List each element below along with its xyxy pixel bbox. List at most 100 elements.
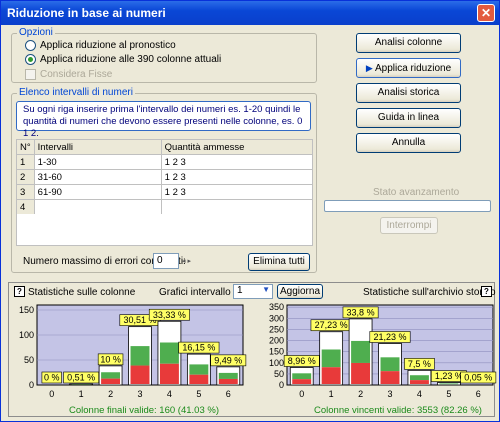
row-number: 2 (16, 169, 35, 185)
close-icon: ✕ (480, 6, 492, 20)
analisi-colonne-button[interactable]: Analisi colonne (356, 33, 461, 53)
bar-segment-red (351, 362, 371, 384)
x-tick-label: 4 (167, 389, 172, 399)
data-label: 16,15 % (182, 343, 215, 353)
intervals-legend: Elenco intervalli di numeri (17, 87, 135, 98)
x-tick-label: 1 (329, 389, 334, 399)
cell-quantita[interactable] (160, 199, 314, 215)
bar-segment-red (380, 371, 400, 384)
left-chart-footer: Colonne finali valide: 160 (41.03 %) (69, 405, 219, 416)
applica-riduzione-label: Applica riduzione (374, 63, 452, 74)
data-label: 0,51 % (67, 373, 95, 383)
aggiorna-button[interactable]: Aggiorna (277, 284, 323, 299)
header-quantita: Quantità ammesse (160, 139, 314, 155)
bar-segment-green (130, 346, 150, 366)
grafici-select[interactable]: 1 ▼ (233, 284, 273, 299)
radio-pronostico[interactable]: Applica riduzione al pronostico (25, 40, 176, 51)
cell-quantita[interactable]: 1 2 3 (160, 184, 314, 200)
close-button[interactable]: ✕ (477, 4, 495, 22)
radio-colonne[interactable]: Applica riduzione alle 390 colonne attua… (25, 54, 221, 65)
header-n: N° (16, 139, 35, 155)
bar-segment-red (189, 374, 209, 384)
cell-quantita[interactable]: 1 2 3 (160, 154, 314, 170)
intervals-note: Su ogni riga inserire prima l'intervallo… (16, 101, 311, 139)
analisi-storica-button[interactable]: Analisi storica (356, 83, 461, 103)
progress-bar (324, 200, 491, 212)
errors-input[interactable]: 0 (153, 253, 179, 269)
y-tick-label: 0 (279, 380, 284, 390)
cell-intervallo[interactable]: 61-90 (33, 184, 162, 200)
radio-icon (25, 40, 36, 51)
data-label: 7,5 % (408, 359, 431, 369)
bar-segment-red (292, 379, 312, 384)
chart-left: 0501001500 %00,51 %110 %230,51 %333,33 %… (19, 304, 247, 399)
y-tick-label: 300 (269, 313, 284, 323)
cell-intervallo[interactable] (33, 199, 162, 215)
right-chart-title: Statistiche sull'archivio storico (363, 287, 496, 298)
x-tick-label: 0 (49, 389, 54, 399)
title-bar: Riduzione in base ai numeri ✕ (1, 1, 499, 25)
bar-segment-green (351, 340, 371, 363)
check-fisse-label: Considera Fisse (40, 69, 113, 81)
bar-segment-green (292, 373, 312, 380)
checkbox-icon (25, 69, 36, 80)
table-row[interactable]: 3 61-90 1 2 3 (16, 184, 314, 200)
table-row[interactable]: 1 1-30 1 2 3 (16, 154, 314, 170)
interrompi-button[interactable]: Interrompi (380, 217, 438, 234)
bar-segment-green (159, 342, 179, 364)
x-tick-label: 6 (476, 389, 481, 399)
y-tick-label: 0 (29, 380, 34, 390)
x-tick-label: 2 (108, 389, 113, 399)
table-row[interactable]: 2 31-60 1 2 3 (16, 169, 314, 185)
grafici-label: Grafici intervallo N° (159, 287, 245, 298)
data-label: 27,23 % (315, 320, 348, 330)
y-tick-label: 50 (24, 355, 34, 365)
data-label: 10 % (100, 354, 121, 364)
check-fisse[interactable]: Considera Fisse (25, 69, 112, 80)
chart-right: 0501001502002503003508,96 %027,23 %133,8… (269, 302, 497, 399)
header-intervalli: Intervalli (33, 139, 162, 155)
spin-arrows-icon[interactable]: ◂ ▸ (182, 257, 191, 265)
x-tick-label: 5 (446, 389, 451, 399)
help-left-icon[interactable]: ? (14, 286, 25, 297)
radio-pronostico-label: Applica riduzione al pronostico (40, 40, 176, 52)
intervals-table: N° Intervalli Quantità ammesse 1 1-30 1 … (16, 139, 314, 215)
data-label: 33,8 % (347, 307, 375, 317)
bar-segment-green (380, 357, 400, 372)
x-tick-label: 5 (196, 389, 201, 399)
guida-button[interactable]: Guida in linea (356, 108, 461, 128)
chevron-down-icon: ▼ (262, 285, 270, 294)
options-legend: Opzioni (17, 27, 55, 38)
bar-segment-red (159, 363, 179, 384)
bar-segment-green (101, 372, 121, 379)
x-tick-label: 0 (299, 389, 304, 399)
data-label: 9,49 % (214, 355, 242, 365)
y-tick-label: 150 (269, 347, 284, 357)
cell-quantita[interactable]: 1 2 3 (160, 169, 314, 185)
table-row[interactable]: 4 (16, 199, 314, 215)
applica-riduzione-button[interactable]: ▶ Applica riduzione (356, 58, 461, 78)
bar-segment-red (218, 378, 238, 384)
x-tick-label: 2 (358, 389, 363, 399)
cell-intervallo[interactable]: 31-60 (33, 169, 162, 185)
bar-segment-green (439, 383, 459, 385)
progress-label: Stato avanzamento (373, 187, 460, 198)
left-chart-title: Statistiche sulle colonne (28, 287, 136, 298)
table-header-row: N° Intervalli Quantità ammesse (16, 139, 314, 155)
help-right-icon[interactable]: ? (481, 286, 492, 297)
data-label: 8,96 % (288, 356, 316, 366)
elimina-tutti-button[interactable]: Elimina tutti (248, 253, 310, 271)
cell-intervallo[interactable]: 1-30 (33, 154, 162, 170)
table-empty-area (16, 214, 313, 246)
data-label: 21,23 % (373, 332, 406, 342)
y-tick-label: 350 (269, 302, 284, 312)
x-tick-label: 6 (226, 389, 231, 399)
y-tick-label: 250 (269, 324, 284, 334)
dialog-window: Riduzione in base ai numeri ✕ Opzioni Ap… (0, 0, 500, 422)
y-tick-label: 100 (269, 358, 284, 368)
data-label: 33,33 % (153, 310, 186, 320)
row-number: 3 (16, 184, 35, 200)
data-label: 1,23 % (435, 371, 463, 381)
annulla-button[interactable]: Annulla (356, 133, 461, 153)
bar-segment-green (321, 349, 341, 368)
